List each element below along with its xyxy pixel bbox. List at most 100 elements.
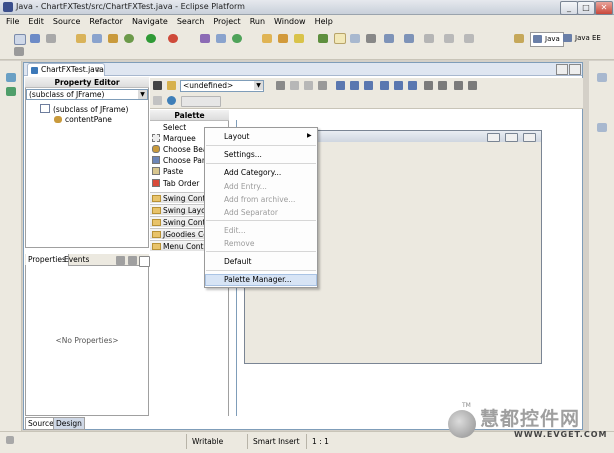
tab-source[interactable]: Source: [25, 417, 57, 430]
outline-icon[interactable]: [597, 73, 607, 82]
marker-icon[interactable]: [318, 34, 328, 43]
align-bottom-icon[interactable]: [408, 81, 417, 90]
property-editor-selector[interactable]: (subclass of JFrame) ▼: [26, 89, 148, 100]
menu-item-default[interactable]: Default: [224, 257, 251, 266]
close-button[interactable]: ✕: [595, 1, 613, 15]
open-folder-icon[interactable]: [262, 34, 272, 43]
menu-file[interactable]: File: [6, 15, 19, 29]
menu-item-add-from-archive: Add from archive...: [224, 195, 296, 204]
menu-item-palette-manager[interactable]: Palette Manager...: [224, 275, 292, 284]
match-width-icon[interactable]: [424, 81, 433, 90]
palette-item-select[interactable]: Select: [152, 122, 206, 133]
align-right-icon[interactable]: [364, 81, 373, 90]
chevron-down-icon[interactable]: ▼: [254, 81, 263, 90]
align-center-icon[interactable]: [350, 81, 359, 90]
palette-item-tab-order[interactable]: Tab Order: [152, 178, 206, 189]
main-toolbar: Java Java EE: [0, 29, 614, 60]
property-combo[interactable]: <undefined> ▼: [180, 80, 264, 92]
back-arrow-icon[interactable]: [444, 34, 454, 43]
align-top-icon[interactable]: [380, 81, 389, 90]
match-height-icon[interactable]: [438, 81, 447, 90]
menu-project[interactable]: Project: [213, 15, 240, 29]
menu-navigate[interactable]: Navigate: [132, 15, 168, 29]
menu-run[interactable]: Run: [250, 15, 265, 29]
block-select-icon[interactable]: [366, 34, 376, 43]
save-icon[interactable]: [30, 34, 40, 43]
menu-item-settings[interactable]: Settings...: [224, 150, 262, 159]
tab-design[interactable]: Design: [53, 417, 85, 430]
perspective-java[interactable]: Java: [530, 32, 564, 47]
globe-icon[interactable]: [167, 96, 176, 105]
frame-close-icon: [523, 133, 536, 142]
distribute-icon[interactable]: [468, 81, 477, 90]
editor-tab[interactable]: ChartFXTest.java ⊗: [27, 63, 105, 76]
palette-item-choose-bean[interactable]: Choose Bean: [152, 144, 206, 155]
quick-access-icon[interactable]: [14, 47, 24, 56]
frame-minimize-icon: [487, 133, 500, 142]
pencil-icon[interactable]: [294, 34, 304, 43]
align-left-icon[interactable]: [336, 81, 345, 90]
menu-item-add-category[interactable]: Add Category...: [224, 168, 281, 177]
new-class-icon[interactable]: [92, 34, 102, 43]
filter-icon[interactable]: [116, 256, 125, 265]
view-menu-icon[interactable]: [139, 256, 150, 267]
refresh-icon[interactable]: [232, 34, 242, 43]
package-explorer-icon[interactable]: [6, 73, 16, 82]
palette-item-choose-pane[interactable]: Choose Pane: [152, 155, 206, 166]
menu-item-layout[interactable]: Layout: [224, 132, 250, 141]
open-resource-icon[interactable]: [278, 34, 288, 43]
debug-icon[interactable]: [124, 34, 134, 43]
close-tab-icon[interactable]: ⊗: [95, 64, 101, 76]
tree-item-jframe[interactable]: (subclass of JFrame): [40, 104, 128, 114]
folder-icon: [152, 195, 161, 202]
menu-edit[interactable]: Edit: [28, 15, 44, 29]
bean-list-icon[interactable]: [153, 81, 162, 90]
task-list-icon[interactable]: [597, 123, 607, 132]
minimize-button[interactable]: _: [560, 1, 578, 15]
external-tools-icon[interactable]: [168, 34, 178, 43]
cut-icon[interactable]: [276, 81, 285, 90]
maximize-editor-icon[interactable]: [569, 64, 581, 75]
menu-window[interactable]: Window: [274, 15, 306, 29]
maximize-button[interactable]: □: [577, 1, 595, 15]
print-icon[interactable]: [46, 34, 56, 43]
hierarchy-icon[interactable]: [6, 87, 16, 96]
forward-arrow-icon[interactable]: [464, 34, 474, 43]
minimize-editor-icon[interactable]: [556, 64, 568, 75]
build-icon[interactable]: [216, 34, 226, 43]
show-whitespace-icon[interactable]: [350, 34, 360, 43]
sort-icon[interactable]: [128, 256, 137, 265]
link-icon[interactable]: [153, 96, 162, 105]
chevron-down-icon[interactable]: ▼: [138, 90, 147, 99]
perspective-javaee[interactable]: Java EE: [561, 32, 604, 45]
next-annotation-icon[interactable]: [384, 34, 394, 43]
menu-help[interactable]: Help: [315, 15, 333, 29]
toggle-annotation-icon[interactable]: [334, 33, 346, 44]
copy-icon[interactable]: [290, 81, 299, 90]
lightbulb-icon[interactable]: [167, 81, 176, 90]
status-insert-mode: Smart Insert: [247, 434, 311, 449]
menu-refactor[interactable]: Refactor: [89, 15, 123, 29]
palette-item-paste[interactable]: Paste: [152, 166, 206, 177]
menu-source[interactable]: Source: [53, 15, 80, 29]
grid-icon[interactable]: [454, 81, 463, 90]
tab-events[interactable]: Events: [62, 254, 91, 266]
prev-annotation-icon[interactable]: [404, 34, 414, 43]
menu-search[interactable]: Search: [177, 15, 204, 29]
delete-icon[interactable]: [318, 81, 327, 90]
new-icon[interactable]: [14, 34, 26, 45]
paste-icon[interactable]: [304, 81, 313, 90]
search-icon[interactable]: [200, 34, 210, 43]
new-package-icon[interactable]: [108, 34, 118, 43]
properties-tabs: Properties Events: [25, 254, 150, 267]
open-perspective-icon[interactable]: [514, 34, 524, 43]
run-icon[interactable]: [146, 34, 156, 43]
align-middle-icon[interactable]: [394, 81, 403, 90]
menu-separator: [206, 163, 316, 164]
zoom-combo[interactable]: [181, 96, 221, 107]
palette-item-marquee[interactable]: Marquee: [152, 133, 206, 144]
tree-item-contentpane[interactable]: contentPane: [54, 115, 112, 124]
last-edit-icon[interactable]: [424, 34, 434, 43]
fast-view-icon[interactable]: [6, 436, 14, 444]
open-type-icon[interactable]: [76, 34, 86, 43]
